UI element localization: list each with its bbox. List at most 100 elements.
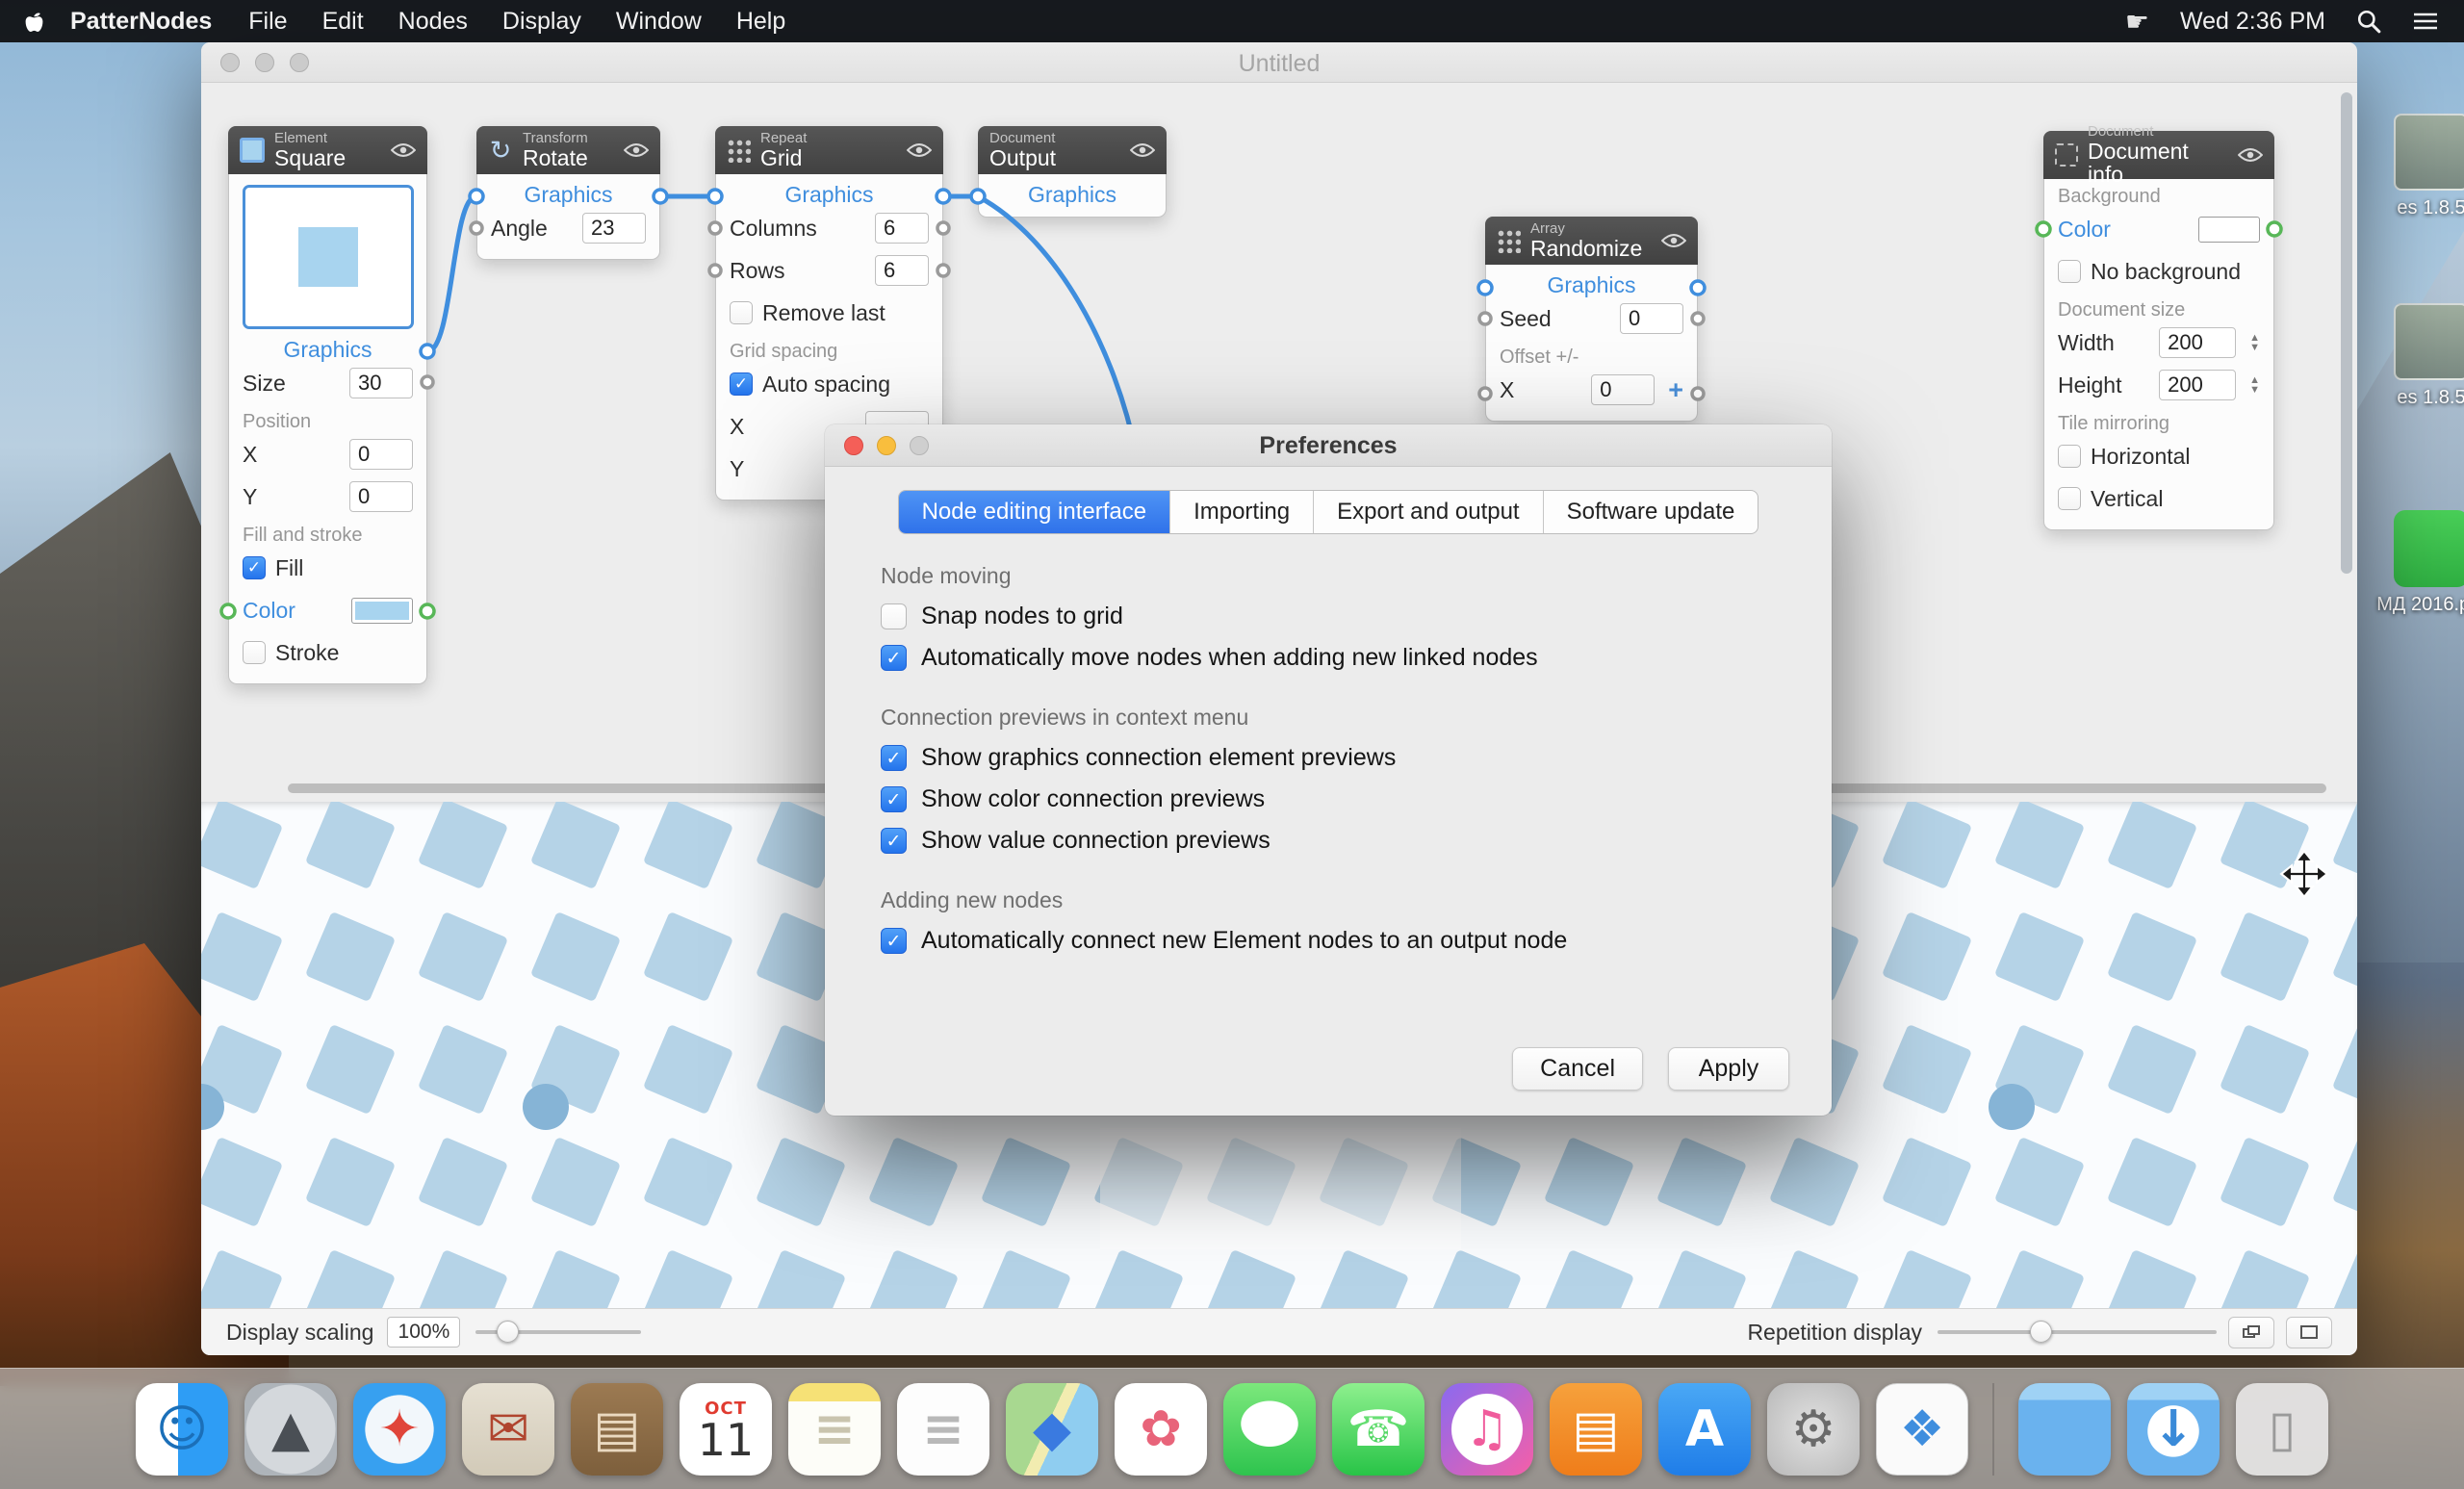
fill-checkbox[interactable] <box>243 556 266 579</box>
node-header[interactable]: Element Square <box>228 126 427 174</box>
slider-thumb[interactable] <box>2030 1321 2052 1343</box>
dock-icon-launchpad[interactable]: ▲ <box>244 1383 337 1476</box>
apple-menu-icon[interactable] <box>25 11 43 33</box>
dock-icon-maps[interactable]: ◆ <box>1006 1383 1098 1476</box>
height-stepper[interactable]: ▲▼ <box>2249 375 2260 395</box>
graphics-previews-checkbox[interactable] <box>881 745 907 771</box>
graphics-port-label[interactable]: Graphics <box>716 174 942 207</box>
menu-clock[interactable]: Wed 2:36 PM <box>2180 8 2325 36</box>
dock-icon-mail-stamp[interactable]: ✉ <box>462 1383 554 1476</box>
angle-input[interactable]: 23 <box>582 213 646 244</box>
dock-icon-finder[interactable]: ☺ <box>136 1383 228 1476</box>
y-input[interactable]: 0 <box>349 481 413 512</box>
dock-icon-trash[interactable]: ▯ <box>2236 1383 2328 1476</box>
dock-icon-reminders[interactable]: ≡ <box>897 1383 989 1476</box>
spotlight-search-icon[interactable] <box>2356 9 2381 34</box>
size-input[interactable]: 30 <box>349 368 413 398</box>
dock-icon-system-preferences[interactable]: ⚙ <box>1767 1383 1860 1476</box>
display-scaling-value[interactable]: 100% <box>387 1317 460 1348</box>
dock-icon-folder[interactable] <box>2018 1383 2111 1476</box>
dock-icon-contacts[interactable]: ▤ <box>571 1383 663 1476</box>
snap-nodes-checkbox[interactable] <box>881 603 907 629</box>
value-previews-checkbox[interactable] <box>881 828 907 854</box>
dock-icon-books[interactable]: ▤ <box>1550 1383 1642 1476</box>
dock-icon-calendar[interactable]: OCT 11 <box>680 1383 772 1476</box>
display-scaling-slider[interactable] <box>475 1330 641 1334</box>
node-header[interactable]: Repeat Grid <box>715 126 943 174</box>
graphics-port-label[interactable]: Graphics <box>979 174 1166 207</box>
eye-icon[interactable] <box>2238 147 2263 163</box>
menu-item-file[interactable]: File <box>248 8 287 36</box>
dock-icon-facetime[interactable]: ☎ <box>1332 1383 1424 1476</box>
seed-input[interactable]: 0 <box>1620 303 1683 334</box>
node-header[interactable]: ↻ Transform Rotate <box>476 126 660 174</box>
width-stepper[interactable]: ▲▼ <box>2249 333 2260 352</box>
auto-move-nodes-checkbox[interactable] <box>881 645 907 671</box>
tab-export-and-output[interactable]: Export and output <box>1314 491 1543 533</box>
eye-icon[interactable] <box>391 142 416 158</box>
tile-view-button[interactable] <box>2228 1317 2274 1348</box>
dock-icon-downloads[interactable]: ↓ <box>2127 1383 2220 1476</box>
status-menu-icon[interactable]: ☛ <box>2125 6 2149 38</box>
menu-item-window[interactable]: Window <box>616 8 702 36</box>
menu-item-edit[interactable]: Edit <box>322 8 364 36</box>
rows-input[interactable]: 6 <box>875 255 929 286</box>
eye-icon[interactable] <box>907 142 932 158</box>
notification-center-icon[interactable] <box>2412 10 2439 33</box>
repetition-display-slider[interactable] <box>1938 1330 2217 1334</box>
desktop-file[interactable]: МД 2016.pdf <box>2374 510 2464 616</box>
menu-item-help[interactable]: Help <box>736 8 785 36</box>
auto-spacing-checkbox[interactable] <box>730 372 753 396</box>
background-color-swatch[interactable] <box>2198 217 2260 243</box>
dock-icon-messages[interactable] <box>1223 1383 1316 1476</box>
node-header[interactable]: Document Output <box>978 126 1167 174</box>
dock-icon-safari[interactable]: ✦ <box>353 1383 446 1476</box>
move-offset-icon[interactable]: + <box>1668 375 1683 405</box>
dock-icon-notes[interactable]: ≡ <box>788 1383 881 1476</box>
tab-software-update[interactable]: Software update <box>1544 491 1758 533</box>
eye-icon[interactable] <box>624 142 649 158</box>
window-titlebar[interactable]: Untitled <box>201 42 2357 83</box>
color-port-label[interactable]: Color <box>243 598 295 624</box>
fullscreen-preview-button[interactable] <box>2286 1317 2332 1348</box>
stroke-checkbox[interactable] <box>243 641 266 664</box>
x-input[interactable]: 0 <box>349 439 413 470</box>
no-background-checkbox[interactable] <box>2058 260 2081 283</box>
node-rotate[interactable]: ↻ Transform Rotate Graphics Angle 23 <box>476 126 660 260</box>
node-randomize[interactable]: Array Randomize Graphics Seed 0 Offset +… <box>1485 217 1698 422</box>
color-previews-checkbox[interactable] <box>881 786 907 812</box>
color-swatch[interactable] <box>351 598 413 624</box>
menu-item-nodes[interactable]: Nodes <box>398 8 468 36</box>
apply-button[interactable]: Apply <box>1668 1047 1789 1091</box>
slider-thumb[interactable] <box>497 1321 519 1343</box>
eye-icon[interactable] <box>1130 142 1155 158</box>
remove-last-checkbox[interactable] <box>730 301 753 324</box>
cancel-button[interactable]: Cancel <box>1512 1047 1643 1091</box>
node-square[interactable]: Element Square Graphics Size 30 Position… <box>228 126 427 684</box>
horizontal-checkbox[interactable] <box>2058 445 2081 468</box>
node-document-info[interactable]: Document Document info Background Color … <box>2043 131 2274 530</box>
menu-app-name[interactable]: PatterNodes <box>70 8 212 36</box>
tab-importing[interactable]: Importing <box>1170 491 1314 533</box>
auto-connect-checkbox[interactable] <box>881 928 907 954</box>
desktop-file[interactable]: es 1.8.5 <box>2374 114 2464 219</box>
height-input[interactable]: 200 <box>2159 370 2236 400</box>
width-input[interactable]: 200 <box>2159 327 2236 358</box>
desktop-file[interactable]: es 1.8.5 <box>2374 303 2464 409</box>
vertical-scrollbar-thumb[interactable] <box>2341 92 2352 574</box>
columns-input[interactable]: 6 <box>875 213 929 244</box>
x-input[interactable]: 0 <box>1591 374 1655 405</box>
color-port-label[interactable]: Color <box>2058 217 2111 243</box>
dock-icon-patternodes[interactable]: ❖ <box>1876 1383 1968 1476</box>
node-header[interactable]: Array Randomize <box>1485 217 1698 265</box>
graphics-port-label[interactable]: Graphics <box>229 329 426 362</box>
graphics-port-label[interactable]: Graphics <box>1486 265 1697 297</box>
tab-node-editing-interface[interactable]: Node editing interface <box>899 491 1170 533</box>
dock-icon-app-store[interactable]: A <box>1658 1383 1751 1476</box>
eye-icon[interactable] <box>1661 233 1686 248</box>
menu-item-display[interactable]: Display <box>502 8 581 36</box>
node-output[interactable]: Document Output Graphics <box>978 126 1167 218</box>
vertical-checkbox[interactable] <box>2058 487 2081 510</box>
graphics-port-label[interactable]: Graphics <box>477 174 659 207</box>
dock-icon-itunes[interactable]: ♫ <box>1441 1383 1533 1476</box>
